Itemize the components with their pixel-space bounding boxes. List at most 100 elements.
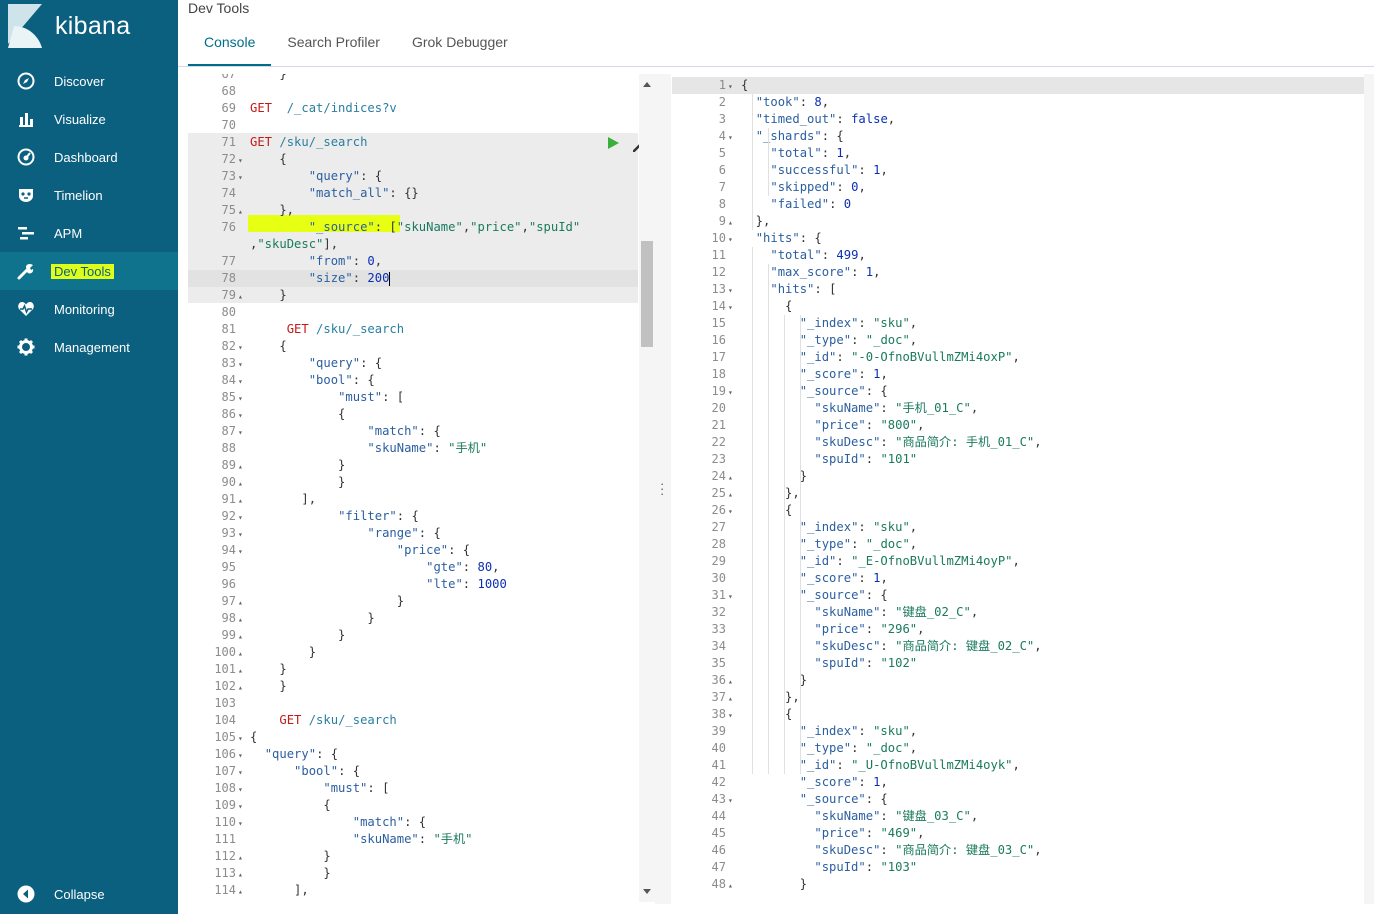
- fold-collapse-icon[interactable]: ▾: [238, 169, 246, 186]
- fold-collapse-icon[interactable]: ▾: [728, 588, 736, 605]
- fold-collapse-icon[interactable]: ▾: [728, 503, 736, 520]
- fold-end-icon[interactable]: ▴: [238, 628, 246, 645]
- code-line: }: [250, 661, 286, 678]
- code-line: "gte": 80,: [250, 559, 499, 576]
- fold-collapse-icon[interactable]: ▾: [238, 798, 246, 815]
- line-number: 27: [672, 519, 736, 536]
- nav-item-monitoring[interactable]: Monitoring: [0, 290, 178, 328]
- code-token: false: [851, 112, 888, 126]
- fold-collapse-icon[interactable]: ▾: [238, 339, 246, 356]
- code-token: }: [741, 877, 808, 891]
- code-token: }: [250, 628, 346, 642]
- fold-end-icon[interactable]: ▴: [238, 866, 246, 883]
- fold-collapse-icon[interactable]: ▾: [238, 356, 246, 373]
- fold-end-icon[interactable]: ▴: [238, 883, 246, 900]
- fold-end-icon[interactable]: ▴: [728, 877, 736, 894]
- resize-handle-icon[interactable]: · · ·: [660, 477, 664, 500]
- code-token: : {: [865, 384, 888, 398]
- fold-end-icon[interactable]: ▴: [238, 288, 246, 305]
- tab-console[interactable]: Console: [188, 24, 272, 66]
- nav-item-discover[interactable]: Discover: [0, 62, 178, 100]
- fold-collapse-icon[interactable]: ▾: [238, 509, 246, 526]
- fold-end-icon[interactable]: ▴: [728, 690, 736, 707]
- scroll-down-icon[interactable]: [643, 889, 651, 894]
- fold-collapse-icon[interactable]: ▾: [728, 299, 736, 316]
- line-number-text: 45: [711, 826, 726, 840]
- console-output-panel[interactable]: 1 ▾{2 "took": 8, 3 "timed_out": false, 4 ▾ "…: [672, 74, 1374, 904]
- code-token: "total": [770, 146, 822, 160]
- fold-collapse-icon[interactable]: ▾: [238, 152, 246, 169]
- tab-grok-debugger[interactable]: Grok Debugger: [396, 24, 524, 66]
- code-token: "size": [308, 271, 353, 285]
- line-number-text: 17: [711, 350, 726, 364]
- nav-item-dev-tools[interactable]: Dev Tools: [0, 252, 178, 290]
- fold-end-icon[interactable]: ▴: [238, 611, 246, 628]
- fold-collapse-icon[interactable]: ▾: [238, 747, 246, 764]
- code-line: "match_all": {}: [250, 185, 419, 202]
- line-number-text: 41: [711, 758, 726, 772]
- code-line: "must": [: [250, 389, 404, 406]
- fold-end-icon[interactable]: ▴: [728, 214, 736, 231]
- fold-end-icon[interactable]: ▴: [238, 645, 246, 662]
- kibana-logo[interactable]: kibana: [8, 4, 130, 48]
- fold-collapse-icon[interactable]: ▾: [238, 390, 246, 407]
- fold-end-icon[interactable]: ▴: [238, 458, 246, 475]
- fold-end-icon[interactable]: ▴: [728, 673, 736, 690]
- fold-collapse-icon[interactable]: ▾: [728, 78, 736, 95]
- code-token: : {: [865, 792, 888, 806]
- line-number-text: 8: [718, 197, 726, 211]
- fold-collapse-icon[interactable]: ▾: [238, 424, 246, 441]
- fold-end-icon[interactable]: ▴: [238, 662, 246, 679]
- fold-end-icon[interactable]: ▴: [238, 492, 246, 509]
- fold-collapse-icon[interactable]: ▾: [728, 129, 736, 146]
- line-number-text: 1: [718, 78, 726, 92]
- fold-collapse-icon[interactable]: ▾: [238, 373, 246, 390]
- fold-end-icon[interactable]: ▴: [728, 469, 736, 486]
- fold-collapse-icon[interactable]: ▾: [238, 815, 246, 832]
- code-token: "sku": [873, 520, 910, 534]
- nav-item-timelion[interactable]: Timelion: [0, 176, 178, 214]
- code-token: "range": [367, 526, 419, 540]
- line-number: 99 ▴: [188, 627, 246, 644]
- fold-collapse-icon[interactable]: ▾: [728, 282, 736, 299]
- fold-collapse-icon[interactable]: ▾: [728, 384, 736, 401]
- output-scrollbar[interactable]: [1364, 74, 1374, 904]
- fold-collapse-icon[interactable]: ▾: [238, 526, 246, 543]
- fold-end-icon[interactable]: ▴: [728, 486, 736, 503]
- fold-end-icon[interactable]: ▴: [238, 594, 246, 611]
- collapse-button[interactable]: Collapse: [0, 875, 178, 913]
- fold-collapse-icon[interactable]: ▾: [238, 407, 246, 424]
- nav-item-visualize[interactable]: Visualize: [0, 100, 178, 138]
- line-number: 100 ▴: [188, 644, 246, 661]
- code-token: "手机_01_C": [895, 401, 971, 415]
- run-request-icon[interactable]: [608, 137, 619, 149]
- scroll-up-icon[interactable]: [643, 82, 651, 87]
- fold-collapse-icon[interactable]: ▾: [728, 707, 736, 724]
- fold-end-icon[interactable]: ▴: [238, 203, 246, 220]
- line-number: 91 ▴: [188, 491, 246, 508]
- editor-scrollbar[interactable]: [639, 74, 655, 902]
- fold-collapse-icon[interactable]: ▾: [238, 730, 246, 747]
- fold-collapse-icon[interactable]: ▾: [238, 543, 246, 560]
- fold-end-icon[interactable]: ▴: [238, 475, 246, 492]
- console-input-editor[interactable]: 67 } 68 69 GET /_cat/indices?v 70 71 GET /sku/…: [188, 74, 655, 902]
- nav-label: Visualize: [54, 111, 106, 127]
- nav-item-dashboard[interactable]: Dashboard: [0, 138, 178, 176]
- code-token: /sku/_search: [316, 322, 405, 336]
- line-number: 33: [672, 621, 736, 638]
- editor-scrollbar-thumb[interactable]: [641, 241, 653, 347]
- fold-collapse-icon[interactable]: ▾: [238, 764, 246, 781]
- line-number-text: 87: [221, 424, 236, 438]
- fold-collapse-icon[interactable]: ▾: [728, 231, 736, 248]
- code-token: "query": [264, 747, 317, 761]
- fold-end-icon[interactable]: ▴: [238, 849, 246, 866]
- nav-item-management[interactable]: Management: [0, 328, 178, 366]
- fold-collapse-icon[interactable]: ▾: [238, 781, 246, 798]
- fold-end-icon[interactable]: ▴: [238, 679, 246, 696]
- tab-search-profiler[interactable]: Search Profiler: [271, 24, 396, 66]
- nav-item-apm[interactable]: APM: [0, 214, 178, 252]
- fold-collapse-icon[interactable]: ▾: [728, 792, 736, 809]
